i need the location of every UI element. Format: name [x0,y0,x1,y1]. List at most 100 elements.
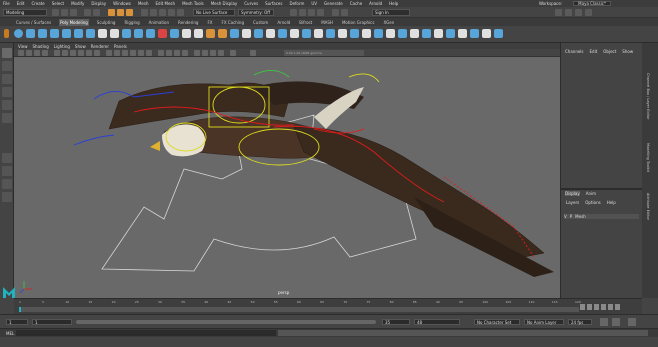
use-all-lights-icon[interactable] [138,50,144,56]
hypershade-icon[interactable] [317,9,324,16]
menu-file[interactable]: File [3,1,10,6]
bridge-icon[interactable] [194,29,203,38]
render-settings-icon[interactable] [308,9,315,16]
channel-box-toggle-icon[interactable] [585,9,592,16]
select-object-icon[interactable] [117,9,124,16]
command-input[interactable] [16,330,276,336]
open-scene-icon[interactable] [61,9,68,16]
film-gate-icon[interactable] [62,50,68,56]
grid-icon[interactable] [54,50,60,56]
shelf-tab-rigging[interactable]: Rigging [123,19,140,26]
menu-modify[interactable]: Modify [71,1,84,6]
sidebar-tab-channel-box[interactable]: Channel Box / Layer Editor [646,73,650,120]
command-language-label[interactable]: MEL [6,331,14,336]
poly-plane-icon[interactable] [74,29,83,38]
help-menu[interactable]: Help [607,200,616,205]
circularize-icon[interactable] [326,29,335,38]
edge-loop-icon[interactable] [290,29,299,38]
viewport-menu-show[interactable]: Show [75,44,86,49]
shelf-settings-icon[interactable] [4,29,9,38]
shelf-tab-poly-modeling[interactable]: Poly Modeling [59,19,89,26]
shelf-tab-bifrost[interactable]: Bifrost [298,19,313,26]
live-surface-dropdown[interactable]: No Live Surface [193,9,235,16]
shelf-tab-arnold[interactable]: Arnold [276,19,291,26]
menu-deform[interactable]: Deform [289,1,304,6]
offset-edge-loop-icon[interactable] [314,29,323,38]
four-view-layout-icon[interactable] [2,166,12,176]
collapse-icon[interactable] [338,29,347,38]
character-set-dropdown[interactable]: No Character Set [474,319,520,325]
poly-disc-icon[interactable] [86,29,95,38]
wireframe-icon[interactable] [106,50,112,56]
playback-start-field[interactable]: 1 [32,319,72,325]
fill-hole-icon[interactable] [218,29,227,38]
options-menu[interactable]: Options [585,200,600,205]
color-management-field[interactable]: 0.00 1.00 sRGB gamma [284,50,364,56]
undo-icon[interactable] [84,9,91,16]
start-time-field[interactable]: 1 [6,319,28,325]
sign-in-dropdown[interactable]: Sign In [372,9,410,16]
snap-grid-icon[interactable] [141,9,148,16]
viewport-menu-renderer[interactable]: Renderer [91,44,109,49]
depth-of-field-icon[interactable] [182,50,188,56]
safe-action-icon[interactable] [94,50,100,56]
spherical-mapping-icon[interactable] [434,29,443,38]
menu-mesh-tools[interactable]: Mesh Tools [182,1,204,6]
menu-surfaces[interactable]: Surfaces [265,1,282,6]
arnold-render-icon[interactable] [332,9,339,16]
shelf-tab-fx-caching[interactable]: FX Caching [221,19,245,26]
poly-sphere-icon[interactable] [14,29,23,38]
uv-editor-icon[interactable] [458,29,467,38]
step-forward-icon[interactable] [608,304,613,310]
unfold-icon[interactable] [470,29,479,38]
textured-icon[interactable] [130,50,136,56]
new-scene-icon[interactable] [52,9,59,16]
super-shape-icon[interactable] [110,29,119,38]
show-menu[interactable]: Show [622,49,633,54]
menu-generate[interactable]: Generate [324,1,343,6]
shelf-tab-rendering[interactable]: Rendering [177,19,199,26]
camera-attributes-icon[interactable] [26,50,32,56]
append-to-polygon-icon[interactable] [230,29,239,38]
select-hierarchy-icon[interactable] [108,9,115,16]
auto-key-icon[interactable] [600,318,608,326]
poly-cylinder-icon[interactable] [38,29,47,38]
mode-dropdown[interactable]: Modeling [3,9,47,16]
scale-tool-icon[interactable] [2,113,12,123]
layout-uv-icon[interactable] [482,29,491,38]
bevel-icon[interactable] [206,29,215,38]
field-chart-icon[interactable] [86,50,92,56]
poly-torus-icon[interactable] [62,29,71,38]
sidebar-tab-attribute-editor[interactable]: Attribute Editor [646,193,650,220]
tab-anim[interactable]: Anim [586,191,596,196]
go-to-start-icon[interactable] [580,304,585,310]
merge-icon[interactable] [350,29,359,38]
play-backwards-icon[interactable] [594,304,599,310]
shelf-tab-xgen[interactable]: XGen [382,19,395,26]
time-slider[interactable]: 1 5 10 15 20 25 30 35 40 45 50 55 60 65 70 75 80 85 90 95 10… [14,298,642,314]
tool-settings-toggle-icon[interactable] [575,9,582,16]
outliner-layout-icon[interactable] [2,192,12,202]
multisample-aa-icon[interactable] [174,50,180,56]
menu-windows[interactable]: Windows [113,1,131,6]
time-slider-track[interactable] [19,307,579,312]
smooth-shade-icon[interactable] [114,50,120,56]
shelf-tab-animation[interactable]: Animation [148,19,170,26]
menu-edit[interactable]: Edit [17,1,25,6]
combine-icon[interactable] [122,29,131,38]
boolean-icon[interactable] [158,29,167,38]
sidebar-tab-modelling-toolkit[interactable]: Modelling Toolkit [646,143,650,172]
single-perspective-layout-icon[interactable] [2,153,12,163]
menu-edit-mesh[interactable]: Edit Mesh [156,1,176,6]
object-menu[interactable]: Object [603,49,616,54]
anim-layer-dropdown[interactable]: No Anim Layer [524,319,564,325]
platonic-solid-icon[interactable] [98,29,107,38]
automatic-mapping-icon[interactable] [446,29,455,38]
poly-cone-icon[interactable] [50,29,59,38]
menu-display[interactable]: Display [91,1,106,6]
layers-menu[interactable]: Layers [566,200,579,205]
render-current-frame-icon[interactable] [290,9,297,16]
step-back-icon[interactable] [587,304,592,310]
shelf-tab-mash[interactable]: MASH [320,19,334,26]
workspace-dropdown[interactable]: Maya Classic* [573,1,611,6]
